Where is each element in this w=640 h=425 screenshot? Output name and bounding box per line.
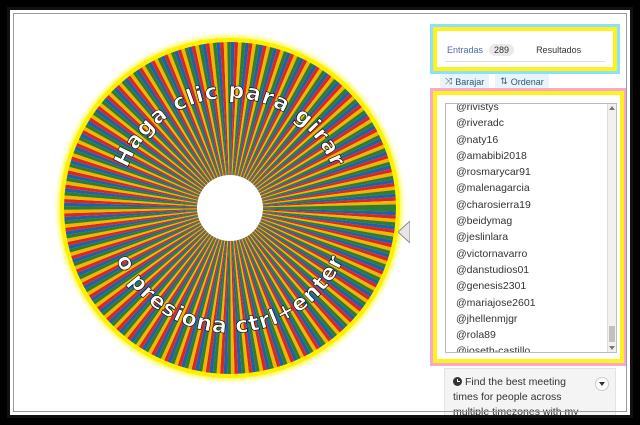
wheel-canvas[interactable]: Haga clic para girar o presiona ctrl+ent… [50, 28, 410, 388]
scroll-thumb[interactable] [609, 326, 615, 342]
entry-item[interactable]: @amabibi2018 [456, 148, 536, 164]
entries-panel: @rivistys @riveradc @naty16 @amabibi2018 @ro… [433, 91, 624, 363]
app-frame: Haga clic para girar o presiona ctrl+ent… [10, 10, 630, 415]
entry-item[interactable]: @rivistys [456, 104, 536, 115]
entry-item[interactable]: @jeslinlara [456, 229, 536, 245]
shuffle-label: Barajar [455, 76, 485, 87]
wheel-pointer-icon [398, 221, 410, 243]
info-card-text-block: Find the best meeting times for people a… [453, 375, 593, 415]
entry-item[interactable]: @jhellenmjgr [456, 311, 536, 327]
entry-item[interactable]: @malenagarcia [456, 180, 536, 196]
entry-item[interactable]: @genesis2301 [456, 278, 536, 294]
entries-count-badge: 289 [489, 44, 515, 56]
entry-item[interactable]: @victornavarro [456, 246, 536, 262]
scroll-down-icon[interactable] [609, 346, 615, 350]
tab-bar: Entradas 289 Resultados [445, 39, 605, 62]
clock-icon [453, 377, 462, 386]
entry-item[interactable]: @beidymag [456, 213, 536, 229]
entry-item[interactable]: @rola89 [456, 327, 536, 343]
entries-scrollbar[interactable] [607, 104, 616, 352]
entries-textarea[interactable]: @rivistys @riveradc @naty16 @amabibi2018 @ro… [445, 103, 617, 353]
sort-button[interactable]: ⇅ Ordenar [495, 74, 549, 89]
shuffle-button[interactable]: ⤨ Barajar [440, 74, 490, 89]
tab-results[interactable]: Resultados [530, 45, 587, 55]
scroll-up-icon[interactable] [609, 106, 615, 110]
entries-list: @rivistys @riveradc @naty16 @amabibi2018 @ro… [456, 104, 536, 352]
entry-item[interactable]: @mariajose2601 [456, 295, 536, 311]
chevron-down-icon[interactable] [595, 377, 609, 391]
tab-entries[interactable]: Entradas 289 [445, 44, 516, 56]
entry-item[interactable]: @charosierra19 [456, 197, 536, 213]
entry-item[interactable]: @naty16 [456, 132, 536, 148]
tab-entries-label: Entradas [447, 45, 484, 55]
entries-toolbar: ⤨ Barajar ⇅ Ordenar [440, 74, 549, 89]
entry-item[interactable]: @danstudios01 [456, 262, 536, 278]
info-card-text: Find the best meeting times for people a… [453, 376, 579, 415]
entry-item[interactable]: @joseth-castillo [456, 343, 536, 352]
entry-item[interactable]: @riveradc [456, 115, 536, 131]
wheel[interactable]: Haga clic para girar o presiona ctrl+ent… [50, 28, 410, 388]
entry-item[interactable]: @rosmarycar91 [456, 164, 536, 180]
tabs-panel: Entradas 289 Resultados [433, 27, 617, 71]
sort-icon: ⇅ [500, 76, 508, 86]
info-card: Find the best meeting times for people a… [444, 368, 616, 415]
wheel-hub [197, 175, 263, 241]
shuffle-icon: ⤨ [445, 76, 453, 86]
sort-label: Ordenar [510, 76, 544, 87]
